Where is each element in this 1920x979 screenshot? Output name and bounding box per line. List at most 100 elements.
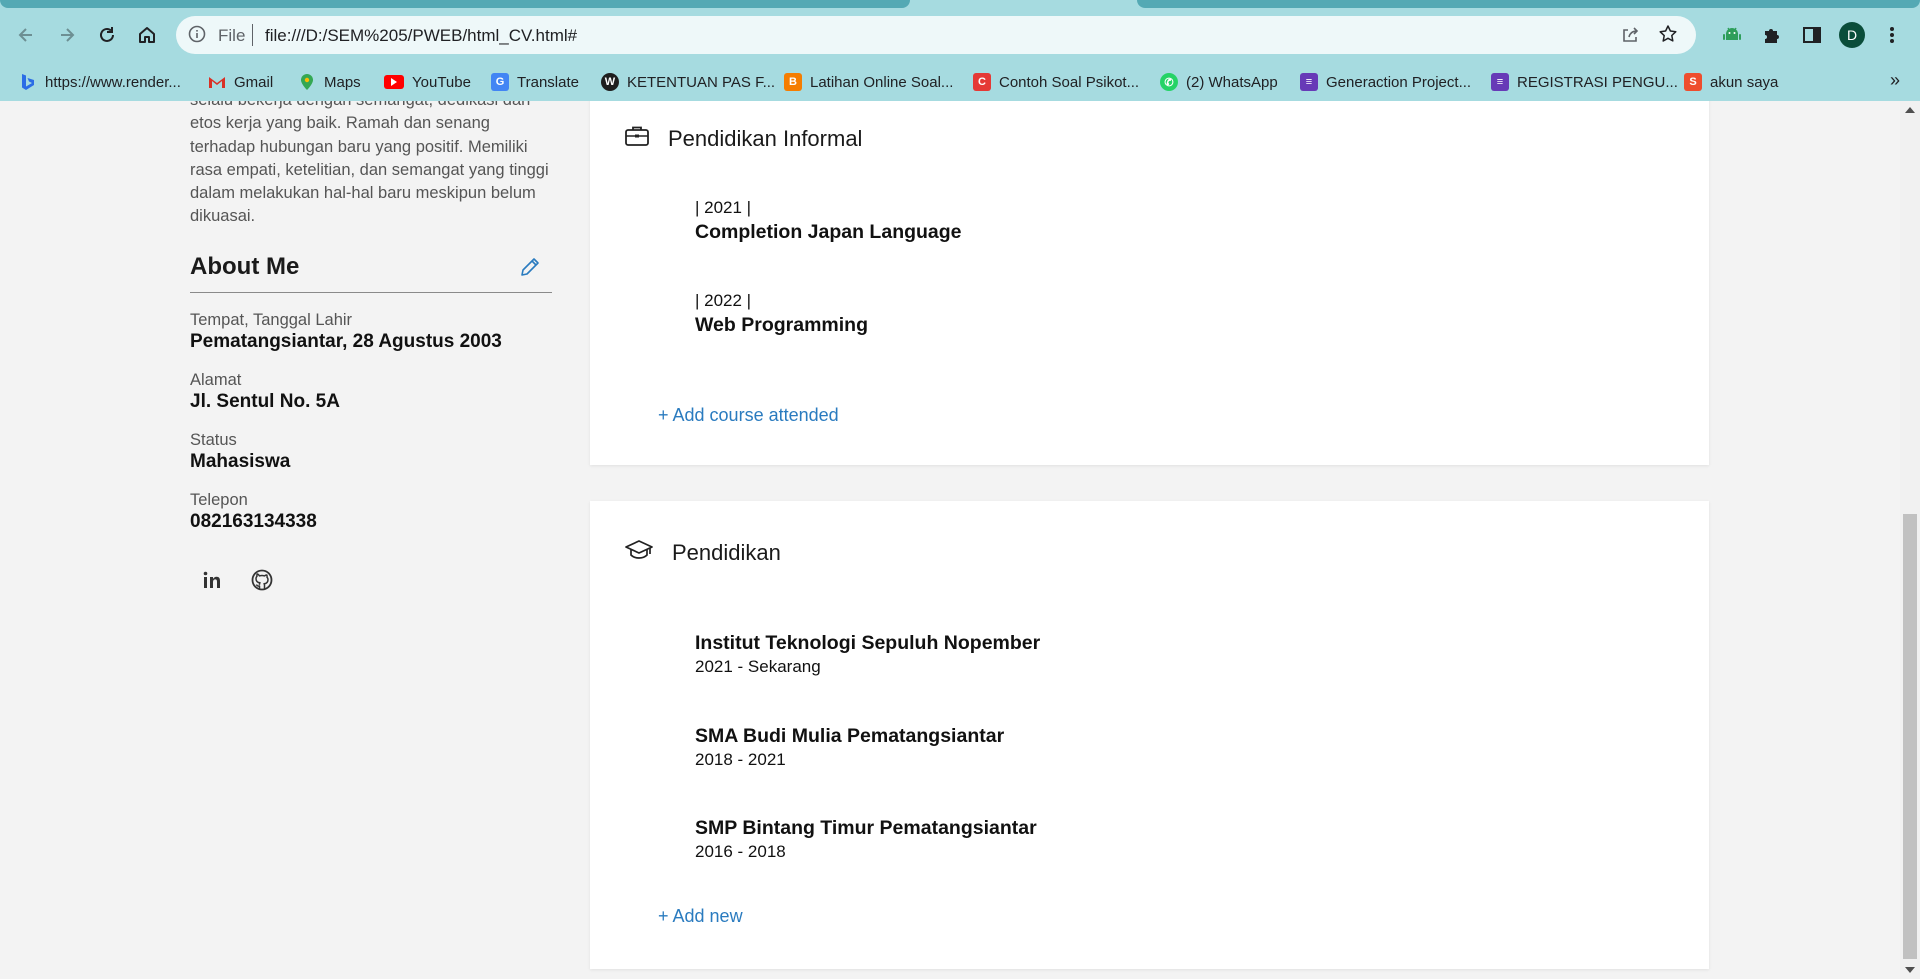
browser-toolbar: File file:///D:/SEM%205/PWEB/html_CV.htm… [0,8,1920,62]
bookmark-item[interactable]: G Translate [491,71,579,93]
entry-period: 2016 - 2018 [695,842,786,861]
bookmark-item[interactable]: W KETENTUAN PAS F... [601,71,775,93]
kebab-menu-icon[interactable] [1876,19,1908,51]
list-item: SMP Bintang Timur Pematangsiantar 2016 -… [695,815,1037,863]
add-education-link[interactable]: + Add new [658,906,743,927]
add-course-link[interactable]: + Add course attended [658,405,839,426]
reload-icon [100,27,114,42]
field-label: Telepon [190,491,248,509]
bookmark-item[interactable]: https://www.render... [19,71,181,93]
profile-avatar[interactable]: D [1839,22,1865,48]
share-icon[interactable] [1620,25,1640,50]
bookmark-item[interactable]: Maps [298,71,361,93]
graduation-cap-icon [624,538,654,567]
bookmark-label: (2) WhatsApp [1186,73,1278,91]
field-value: 082163134338 [190,511,317,532]
field-label: Status [190,431,237,449]
translate-icon: G [491,73,509,91]
vertical-scrollbar[interactable] [1900,101,1920,979]
list-item: Institut Teknologi Sepuluh Nopember 2021… [695,630,1040,678]
bookmark-item[interactable]: C Contoh Soal Psikot... [973,71,1139,93]
scroll-up-icon[interactable] [1905,107,1915,113]
card-header: Pendidikan [624,538,781,567]
profile-summary: selalu bekerja dengan semangat, dedikasi… [190,101,549,226]
blogger-icon: B [784,73,802,91]
puzzle-extensions-icon[interactable] [1756,19,1788,51]
entry-name: Web Programming [695,314,868,336]
page-viewport: selalu bekerja dengan semangat, dedikasi… [0,101,1900,979]
phone-field: Telepon 082163134338 [190,490,317,534]
maps-icon [298,73,316,91]
bookmark-label: Contoh Soal Psikot... [999,73,1140,91]
bookmark-label: Maps [324,73,361,91]
forms-icon: ≡ [1300,73,1318,91]
entry-period: 2018 - 2021 [695,750,786,769]
arrow-left-icon [18,28,32,42]
address-bar[interactable]: File file:///D:/SEM%205/PWEB/html_CV.htm… [176,16,1696,54]
bookmarks-bar: https://www.render... Gmail Maps YouTube… [0,62,1920,101]
bookmark-label: Translate [517,73,579,91]
bookmark-label: akun saya [1710,73,1779,91]
entry-name: Institut Teknologi Sepuluh Nopember [695,632,1041,654]
url-text[interactable]: file:///D:/SEM%205/PWEB/html_CV.html# [265,26,577,46]
briefcase-icon [624,124,650,153]
tab[interactable] [0,0,910,8]
gmail-icon [208,73,226,91]
bookmark-item[interactable]: Gmail [208,71,273,93]
card-title: Pendidikan Informal [668,125,863,151]
about-me-title: About Me [190,253,300,280]
arrow-right-icon [61,28,75,42]
bookmark-label: Gmail [234,73,274,91]
github-icon[interactable] [249,567,275,593]
bookmark-star-icon[interactable] [1658,24,1678,49]
list-item: | 2022 | Web Programming [695,290,868,338]
bookmark-label: YouTube [412,73,471,91]
list-item: SMA Budi Mulia Pematangsiantar 2018 - 20… [695,723,1004,771]
youtube-icon [384,75,404,89]
field-label: Tempat, Tanggal Lahir [190,311,353,329]
reload-button[interactable] [91,19,123,51]
forward-button[interactable] [51,19,83,51]
entry-name: SMP Bintang Timur Pematangsiantar [695,817,1037,839]
bookmark-item[interactable]: B Latihan Online Soal... [784,71,953,93]
bookmark-item[interactable]: ≡ Generaction Project... [1300,71,1471,93]
bookmark-label: Generaction Project... [1326,73,1472,91]
entry-year: | 2022 | [695,291,752,310]
bookmark-item[interactable]: ≡ REGISTRASI PENGU... [1491,71,1678,93]
tab[interactable] [1137,0,1920,8]
back-button[interactable] [10,19,42,51]
entry-name: SMA Budi Mulia Pematangsiantar [695,725,1005,747]
bookmark-label: KETENTUAN PAS F... [627,73,776,91]
bing-icon [19,73,37,91]
whatsapp-icon: ✆ [1160,73,1178,91]
scroll-down-icon[interactable] [1905,967,1915,973]
url-scheme-label: File [218,26,246,45]
tab-strip [0,0,1920,8]
side-panel-icon[interactable] [1796,19,1828,51]
scrollbar-thumb[interactable] [1903,514,1917,959]
android-extension-icon[interactable] [1716,19,1748,51]
card-header: Pendidikan Informal [624,124,862,153]
address-field: Alamat Jl. Sentul No. 5A [190,370,340,414]
info-icon[interactable] [188,25,206,48]
entry-period: 2021 - Sekarang [695,657,821,676]
field-value: Pematangsiantar, 28 Agustus 2003 [190,331,502,352]
bookmark-item[interactable]: ✆ (2) WhatsApp [1160,71,1278,93]
entry-name: Completion Japan Language [695,221,962,243]
site-icon: C [973,73,991,91]
field-value: Mahasiswa [190,451,291,472]
education-card: Pendidikan Institut Teknologi Sepuluh No… [590,501,1709,969]
card-title: Pendidikan [672,539,781,565]
home-button[interactable] [131,19,163,51]
informal-education-card: Pendidikan Informal | 2021 | Completion … [590,101,1709,465]
wordpress-icon: W [601,73,619,91]
bookmark-item[interactable]: YouTube [384,71,471,93]
field-label: Alamat [190,371,242,389]
forms-icon: ≡ [1491,73,1509,91]
more-bookmarks-button[interactable]: » [1890,70,1900,91]
status-field: Status Mahasiswa [190,430,290,474]
linkedin-icon[interactable] [199,567,225,593]
bookmark-item[interactable]: S akun saya [1684,71,1778,93]
pencil-edit-icon[interactable] [518,255,542,284]
birth-field: Tempat, Tanggal Lahir Pematangsiantar, 2… [190,310,502,354]
